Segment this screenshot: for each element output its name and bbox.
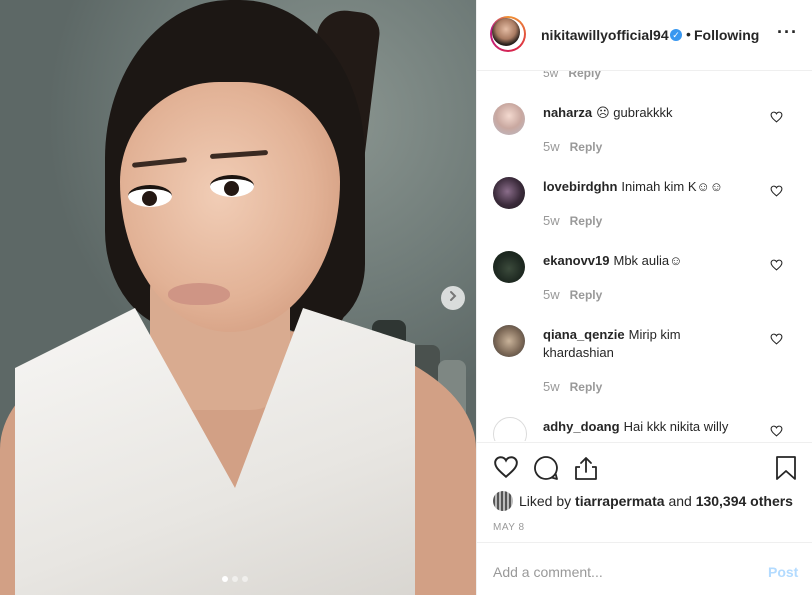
post-date[interactable]: MAY 8 xyxy=(493,522,525,533)
like-heart-icon[interactable] xyxy=(493,455,519,484)
share-icon[interactable] xyxy=(573,455,599,486)
comment-meta: 5w Reply xyxy=(543,287,603,302)
add-comment-input[interactable]: Add a comment... xyxy=(493,564,603,580)
carousel-indicator xyxy=(222,576,248,582)
post-photo[interactable] xyxy=(0,0,476,595)
commenter-avatar[interactable] xyxy=(493,177,525,209)
commenter-avatar[interactable] xyxy=(493,417,527,441)
heart-icon[interactable] xyxy=(770,424,783,441)
liker-username[interactable]: tiarrapermata xyxy=(575,493,665,509)
comment-text: adhy_doang Hai kkk nikita willy xyxy=(543,419,729,434)
author-username[interactable]: nikitawillyofficial94 xyxy=(541,27,669,43)
reply-button[interactable]: Reply xyxy=(570,288,603,302)
verified-badge-icon: ✓ xyxy=(670,29,682,41)
commenter-avatar[interactable] xyxy=(493,251,525,283)
previous-comment-meta: 5w Reply xyxy=(543,71,601,80)
reply-button[interactable]: Reply xyxy=(570,214,603,228)
comment-text: ekanovv19 Mbk aulia☺ xyxy=(543,253,683,268)
post-side-panel: nikitawillyofficial94 ✓ • Following ··· … xyxy=(476,0,812,595)
reply-button[interactable]: Reply xyxy=(570,140,603,154)
bookmark-icon[interactable] xyxy=(775,455,797,486)
carousel-dot xyxy=(242,576,248,582)
comment-text: lovebirdghn Inimah kim K☺☺ xyxy=(543,179,724,194)
post-actions: Liked by tiarrapermata and 130,394 other… xyxy=(477,442,812,543)
heart-icon[interactable] xyxy=(770,184,783,202)
more-options-icon[interactable]: ··· xyxy=(777,22,798,43)
comment-meta: 5w Reply xyxy=(543,379,603,394)
comment-username[interactable]: ekanovv19 xyxy=(543,253,610,268)
comment-username[interactable]: qiana_qenzie xyxy=(543,327,625,342)
likes-count-link[interactable]: 130,394 others xyxy=(696,493,793,509)
photo-eye xyxy=(210,175,254,197)
comment-timestamp: 5w xyxy=(543,71,559,80)
photo-lips xyxy=(168,283,230,305)
add-comment-form: Add a comment... Post xyxy=(477,542,812,596)
commenter-avatar[interactable] xyxy=(493,103,525,135)
heart-icon[interactable] xyxy=(770,332,783,350)
heart-icon[interactable] xyxy=(770,110,783,128)
carousel-next-button[interactable] xyxy=(441,286,465,310)
commenter-avatar[interactable] xyxy=(493,325,525,357)
liker-avatar[interactable] xyxy=(493,491,513,511)
reply-button[interactable]: Reply xyxy=(568,71,601,80)
comment-meta: 5w Reply xyxy=(543,213,603,228)
heart-icon[interactable] xyxy=(770,258,783,276)
carousel-dot xyxy=(232,576,238,582)
following-button[interactable]: Following xyxy=(694,27,759,43)
comment-bubble-icon[interactable] xyxy=(533,455,559,486)
post-header: nikitawillyofficial94 ✓ • Following ··· xyxy=(477,0,812,71)
comments-list[interactable]: 5w Reply naharza ☹ gubrakkkk 5w Reply loveb… xyxy=(477,71,812,441)
author-avatar[interactable] xyxy=(490,16,526,52)
separator-dot: • xyxy=(686,26,691,42)
comment-meta: 5w Reply xyxy=(543,139,603,154)
comment-username[interactable]: adhy_doang xyxy=(543,419,620,434)
comment-text: naharza ☹ gubrakkkk xyxy=(543,105,673,120)
chevron-right-icon xyxy=(447,289,459,307)
comment-username[interactable]: naharza xyxy=(543,105,592,120)
post-comment-button[interactable]: Post xyxy=(768,564,798,580)
comment-username[interactable]: lovebirdghn xyxy=(543,179,617,194)
reply-button[interactable]: Reply xyxy=(570,380,603,394)
photo-eye xyxy=(128,185,172,207)
likes-summary: Liked by tiarrapermata and 130,394 other… xyxy=(493,491,793,511)
carousel-dot xyxy=(222,576,228,582)
comment-text: qiana_qenzie Mirip kim khardashian xyxy=(543,327,681,360)
